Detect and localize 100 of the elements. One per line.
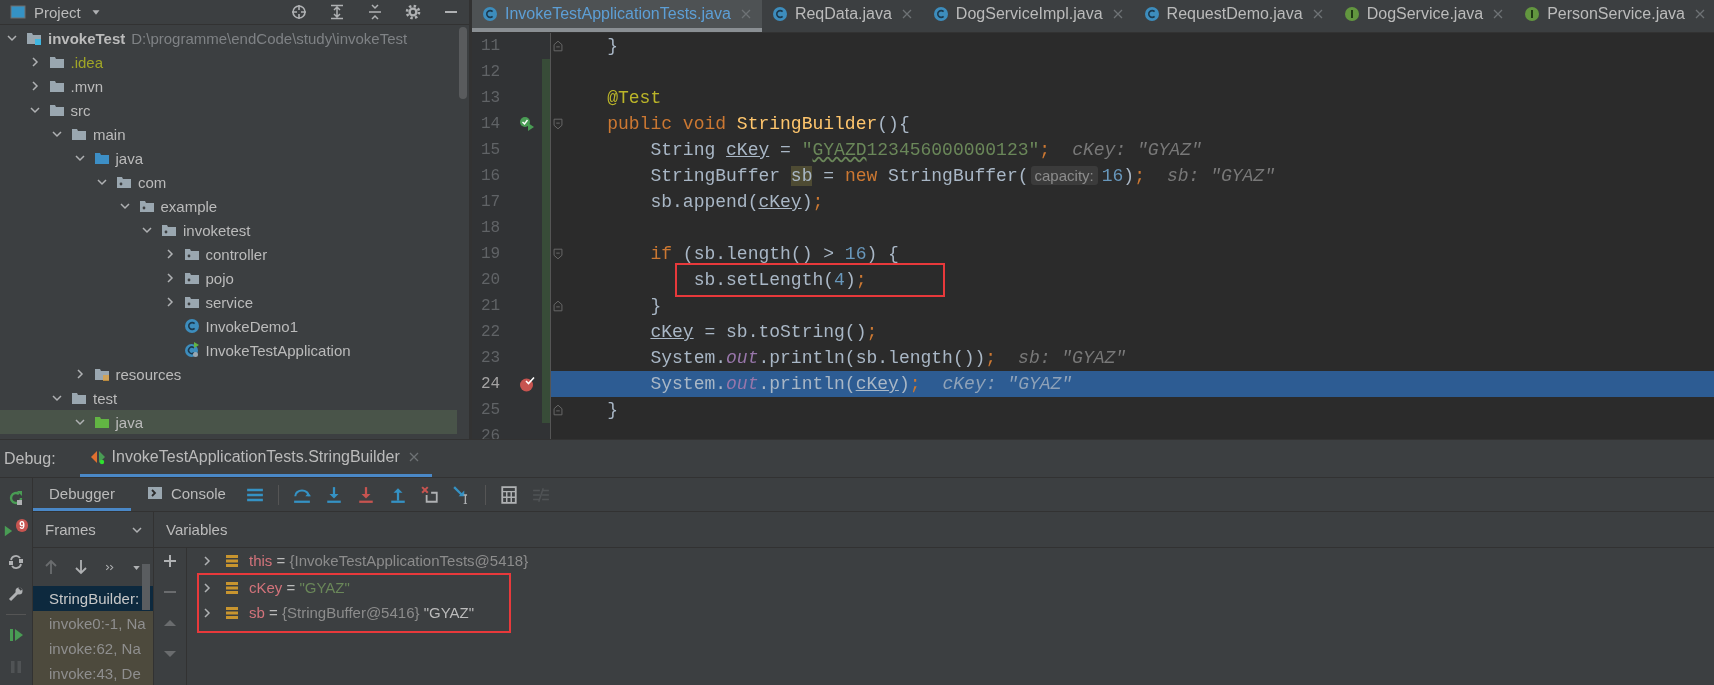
force-step-into-icon[interactable]: [356, 485, 375, 504]
step-into-icon[interactable]: [324, 485, 343, 504]
tree-item[interactable]: src: [0, 98, 457, 122]
fold-marker-icon[interactable]: [550, 117, 565, 131]
tree-item[interactable]: controller: [0, 242, 457, 266]
expand-all-icon[interactable]: [329, 4, 345, 20]
code-line: if (sb.length() > 16) {: [650, 244, 899, 264]
variable-entry[interactable]: sb = {StringBuffer@5416} "GYAZ": [249, 604, 475, 621]
folder-icon: [48, 78, 65, 94]
folder-icon: [71, 390, 87, 406]
package-icon: [138, 198, 155, 214]
fold-marker-icon[interactable]: [550, 247, 565, 261]
folder-icon: [71, 126, 87, 142]
scrollbar[interactable]: [459, 27, 467, 99]
interface-icon: [1343, 6, 1360, 22]
scrollbar[interactable]: [142, 564, 150, 610]
class-icon: [482, 6, 498, 22]
variable-entry[interactable]: this = {InvokeTestApplicationTests@5418}: [249, 552, 529, 569]
tree-item[interactable]: .mvn: [0, 74, 457, 98]
field-icon: [224, 552, 240, 569]
fold-marker-icon[interactable]: [550, 403, 565, 417]
session-tab[interactable]: InvokeTestApplicationTests.StringBuilder: [79, 440, 432, 477]
crosshair-icon[interactable]: [291, 4, 307, 20]
code-line: }: [650, 296, 662, 316]
package-icon: [183, 270, 200, 286]
inline-value-hint: cKey: "GYAZ": [942, 374, 1073, 394]
fold-marker-icon[interactable]: [550, 299, 565, 313]
collapse-all-icon[interactable]: [367, 4, 383, 20]
window-icon: [10, 4, 26, 20]
class-icon: [1143, 6, 1160, 22]
panel-title: Frames: [45, 521, 96, 538]
tree-item[interactable]: resources: [0, 362, 457, 386]
inline-value-hint: sb: "GYAZ": [1018, 348, 1127, 368]
field-icon: [224, 604, 240, 621]
code-line: @Test: [607, 88, 662, 108]
test-folder-icon: [93, 414, 110, 430]
code-line: }: [607, 400, 619, 420]
debug-icon: [89, 449, 106, 465]
code-line: System.out.println(sb.length());: [650, 348, 997, 368]
tree-item[interactable]: .idea: [0, 50, 457, 74]
code-line: }: [607, 36, 619, 56]
panel-title: Project: [34, 3, 81, 21]
calculator-icon[interactable]: [499, 485, 518, 504]
resources-folder-icon: [93, 366, 110, 382]
wrench-icon[interactable]: [8, 586, 24, 602]
console-icon: [146, 485, 163, 501]
folder-icon: [48, 102, 65, 118]
code-line: sb.setLength(4);: [693, 270, 867, 290]
refresh-icon[interactable]: [8, 554, 24, 570]
fold-marker-icon[interactable]: [550, 39, 565, 53]
tree-item[interactable]: java: [0, 410, 457, 434]
tree-item[interactable]: service: [0, 290, 457, 314]
editor-tab[interactable]: DogServiceImpl.java: [922, 0, 1134, 32]
tool-tab[interactable]: Console: [130, 478, 242, 511]
class-icon: [183, 318, 200, 334]
tree-item[interactable]: java: [0, 146, 457, 170]
tree-item[interactable]: com: [0, 170, 457, 194]
settings-icon[interactable]: [405, 4, 421, 20]
code-line: cKey = sb.toString();: [650, 322, 878, 342]
tool-tab[interactable]: Debugger: [33, 478, 131, 511]
source-folder-icon: [93, 150, 110, 166]
tree-item[interactable]: invoketest: [0, 218, 457, 242]
tree-item[interactable]: InvokeTestApplication: [0, 338, 457, 362]
package-icon: [183, 246, 200, 262]
code-line: String cKey = "GYAZD123456000000123";: [650, 140, 1051, 160]
tree-item[interactable]: test: [0, 386, 457, 410]
resume-icon[interactable]: [8, 627, 24, 643]
editor-tab[interactable]: PersonService.java: [1514, 0, 1714, 32]
editor-tab[interactable]: RequestDemo.java: [1133, 0, 1334, 32]
module-folder-icon: [26, 30, 42, 46]
line-number: 24: [472, 371, 512, 397]
tree-item[interactable]: pojo: [0, 266, 457, 290]
down-arrow-icon[interactable]: [73, 559, 89, 575]
class-icon: [771, 6, 788, 22]
editor-tab[interactable]: DogService.java: [1333, 0, 1515, 32]
inline-value-hint: sb: "GYAZ": [1166, 166, 1275, 186]
run-icon[interactable]: [519, 116, 535, 132]
project-path: D:\programme\endCode\study\invokeTest: [131, 29, 408, 47]
editor-tab[interactable]: ReqData.java: [761, 0, 923, 32]
tree-item[interactable]: main: [0, 122, 457, 146]
editor-tab[interactable]: InvokeTestApplicationTests.java: [472, 0, 762, 32]
code-line: sb.append(cKey);: [650, 192, 824, 212]
runnable-class-icon: [183, 342, 200, 358]
tree-item[interactable]: InvokeDemo1: [0, 314, 457, 338]
drop-frame-icon[interactable]: [420, 485, 439, 504]
breakpoint-icon[interactable]: [519, 376, 535, 392]
add-icon[interactable]: [162, 553, 178, 569]
tree-item[interactable]: example: [0, 194, 457, 218]
rerun-icon[interactable]: [8, 490, 24, 506]
tree-item[interactable]: invokeTest D:\programme\endCode\study\invokeTest: [0, 26, 457, 50]
panel-title: Debug:: [3, 448, 56, 469]
panel-title: Variables: [166, 521, 228, 538]
count-badge: 9: [16, 519, 28, 532]
interface-icon: [1524, 6, 1541, 22]
variable-entry[interactable]: cKey = "GYAZ": [249, 579, 350, 596]
class-icon: [932, 6, 949, 22]
package-icon: [161, 222, 177, 238]
stack-frame[interactable]: StringBuilder:: [33, 586, 153, 611]
folder-icon: [48, 54, 65, 70]
code-line: System.out.println(cKey);: [650, 374, 921, 394]
